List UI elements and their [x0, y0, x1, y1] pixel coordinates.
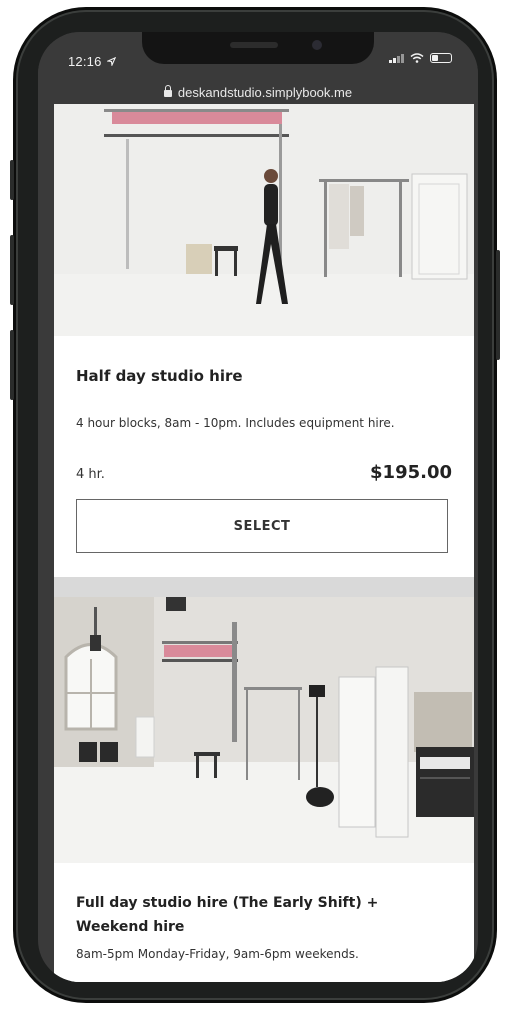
address-bar[interactable]: deskandstudio.simplybook.me: [38, 80, 478, 104]
service-price: $195.00: [370, 462, 452, 483]
mute-switch: [10, 160, 14, 200]
power-button: [496, 250, 500, 360]
phone-screen: 12:16 deskandstudio.simplybook.me Half d…: [38, 32, 478, 982]
url-text: deskandstudio.simplybook.me: [177, 84, 353, 100]
location-arrow-icon: [106, 56, 117, 68]
lock-icon: [163, 85, 172, 97]
notch: [142, 32, 374, 64]
volume-down-button: [10, 330, 14, 400]
service-card-half-day: Half day studio hire 4 hour blocks, 8am …: [54, 336, 474, 577]
speaker-grille: [230, 42, 278, 48]
front-camera: [312, 40, 322, 50]
status-icons: [389, 53, 452, 63]
wifi-icon: [410, 53, 424, 63]
service-duration: 4 hr.: [76, 467, 105, 482]
status-bar: 12:16: [38, 32, 478, 82]
service-description: 8am-5pm Monday-Friday, 9am-6pm weekends.: [76, 947, 359, 961]
status-time: 12:16: [68, 54, 117, 69]
studio-photo-illustration-2: [54, 597, 474, 863]
service-card-full-day: Full day studio hire (The Early Shift) +…: [54, 863, 474, 982]
page-content: Half day studio hire 4 hour blocks, 8am …: [54, 104, 474, 982]
signal-icon: [389, 53, 404, 63]
volume-up-button: [10, 235, 14, 305]
price-row: 4 hr. $195.00: [76, 462, 452, 483]
service-description: 4 hour blocks, 8am - 10pm. Includes equi…: [76, 416, 395, 430]
battery-icon: [430, 53, 452, 63]
service-image-half-day: [54, 104, 474, 336]
studio-photo-illustration: [54, 104, 474, 336]
card-separator: [54, 577, 474, 597]
select-button[interactable]: SELECT: [76, 499, 448, 553]
service-image-full-day: [54, 597, 474, 863]
service-title: Full day studio hire (The Early Shift) +…: [76, 895, 379, 935]
service-title: Half day studio hire: [76, 367, 243, 385]
